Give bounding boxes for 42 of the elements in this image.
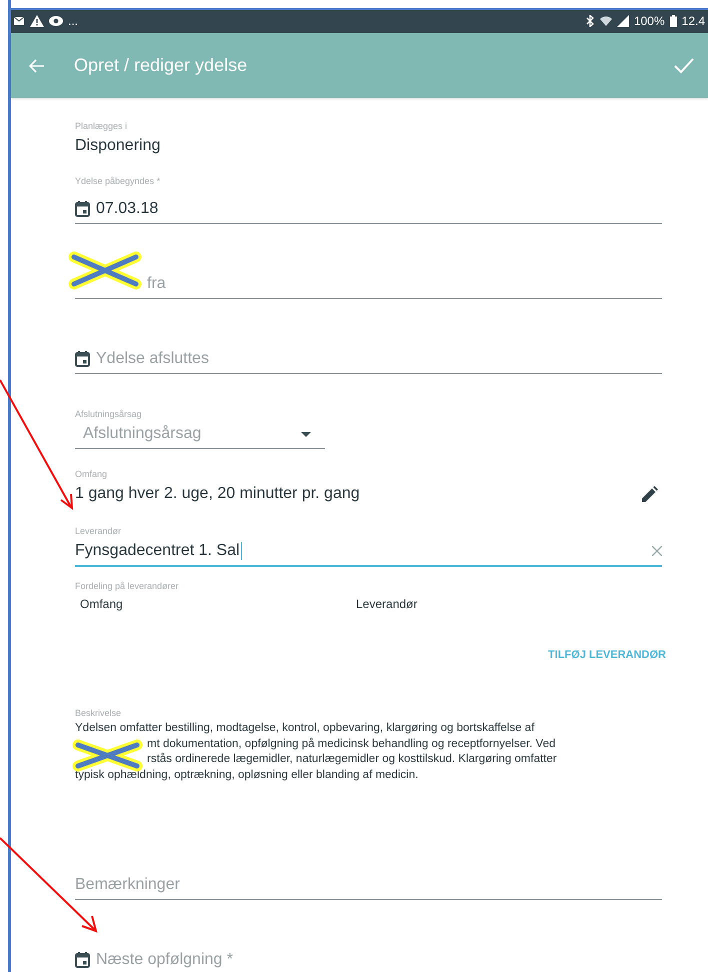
description-line: rstås ordinerede lægemidler, naturlægemidler og kosttilskud. Klargøring omfatter [146, 752, 558, 767]
checkmark-icon[interactable] [674, 58, 694, 74]
field-label: Omfang [75, 469, 108, 479]
battery-icon [670, 14, 677, 26]
description-line: mt dokumentation, opfølgning på medicinsk behandling og receptfornyelser. Ved [146, 736, 557, 752]
field-value: 1 gang hver 2. uge, 20 minutter pr. gang [75, 485, 360, 503]
signal-icon [616, 14, 629, 26]
description-line: Ydelsen omfatter bestilling, modtagelse, kontrol, opbevaring, klargøring og bortskaffelse af [75, 721, 536, 736]
field-label: Ydelse påbegyndes * [75, 176, 162, 186]
bluetooth-icon [584, 14, 595, 26]
date-field[interactable]: Ydelse afsluttes [75, 350, 662, 374]
pencil-icon[interactable] [642, 486, 658, 502]
eye-icon [49, 16, 63, 26]
calendar-icon [75, 351, 90, 367]
text-field[interactable]: fra [75, 275, 662, 299]
description-line: typisk ophældning, optrækning, opløsning eller blanding af medicin. [75, 768, 420, 782]
wifi-icon [600, 14, 612, 26]
field-value: Disponering [75, 137, 162, 155]
field-label: Leverandør [75, 526, 122, 536]
add-supplier-button[interactable]: TILFØJ LEVERANDØR [548, 645, 666, 665]
cross-mark [72, 740, 142, 772]
clock: 12.4 [682, 14, 705, 28]
calendar-icon [75, 952, 90, 968]
field-label: Afslutningsårsag [75, 409, 143, 419]
calendar-icon [75, 201, 90, 217]
text-field[interactable]: Bemærkninger [75, 876, 662, 900]
clear-icon[interactable] [652, 546, 662, 556]
field-label: Beskrivelse [75, 708, 122, 718]
screen-title: Opret / rediger ydelse [74, 55, 248, 76]
back-arrow-icon[interactable] [29, 58, 45, 72]
column-header: Omfang [80, 597, 124, 611]
warning-icon [30, 14, 44, 26]
date-field[interactable]: 07.03.18 [75, 200, 662, 224]
field-label: Fordeling på leverandører [75, 581, 180, 591]
battery-percent: 100% [634, 14, 665, 28]
notification-more: ... [68, 14, 78, 28]
date-field[interactable]: Næste opfølgning * [75, 951, 662, 972]
column-header: Leverandør [356, 597, 418, 611]
field-label: Planlægges i [75, 121, 128, 131]
caret-icon [301, 432, 311, 436]
dropdown[interactable]: Afslutningsårsag [75, 425, 325, 449]
input-field[interactable]: Fynsgadecentret 1. Sal [75, 542, 662, 567]
